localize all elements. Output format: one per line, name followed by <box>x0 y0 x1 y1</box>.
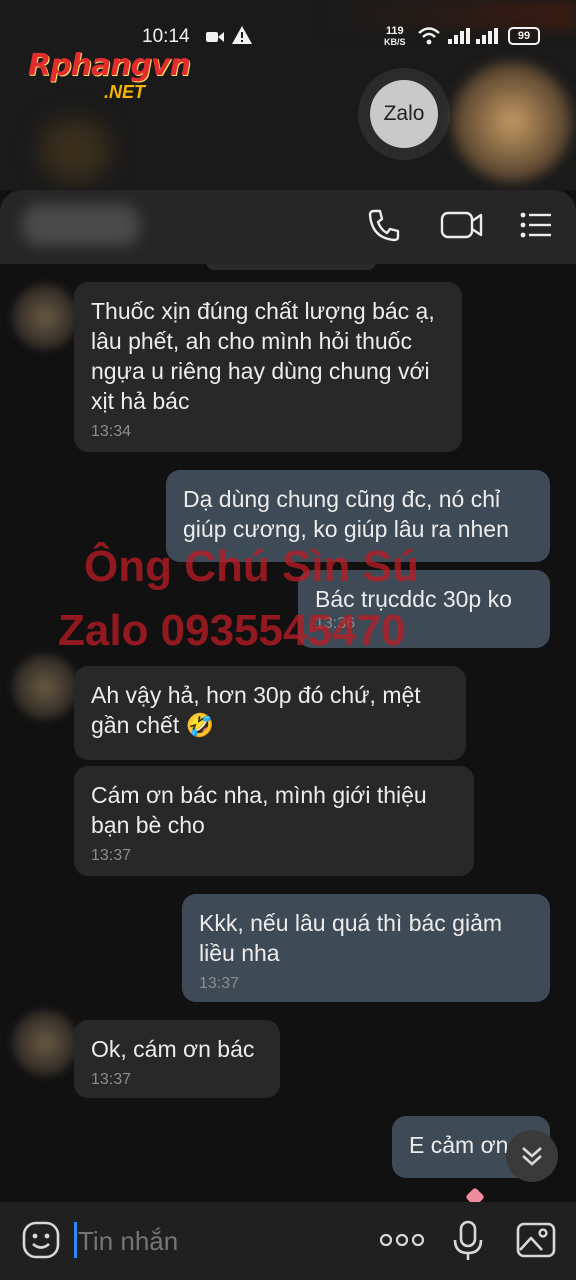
wifi-icon <box>418 27 440 51</box>
message-bubble-incoming[interactable]: Cám ơn bác nha, mình giới thiệu bạn bè c… <box>74 766 474 876</box>
network-speed-value: 119 <box>385 25 404 37</box>
message-text: Kkk, nếu lâu quá thì bác giảm liều nha <box>199 910 503 966</box>
message-text: Ah vậy hả, hơn 30p đó chứ, mệt gần chết … <box>91 682 421 738</box>
microphone-icon[interactable] <box>452 1220 484 1267</box>
logo-text: Rphangvn <box>28 48 191 83</box>
more-icon[interactable] <box>379 1232 425 1253</box>
message-text: Ok, cám ơn bác <box>91 1036 255 1062</box>
message-text: Dạ dùng chung cũng đc, nó chỉ giúp cương… <box>183 486 509 542</box>
signal-icon <box>476 28 498 50</box>
chat-messages[interactable]: Thuốc xịn đúng chất lượng bác ạ, lâu phế… <box>0 264 576 1202</box>
message-bubble-incoming[interactable]: Ah vậy hả, hơn 30p đó chứ, mệt gần chết … <box>74 666 466 760</box>
network-speed-unit: KB/S <box>384 37 406 47</box>
contact-avatar[interactable] <box>12 284 78 350</box>
image-icon[interactable] <box>516 1220 556 1265</box>
watermark-line-2: Zalo 0935545470 <box>58 606 406 655</box>
contact-avatar[interactable] <box>12 1010 78 1076</box>
message-input[interactable] <box>78 1222 368 1260</box>
double-chevron-down-icon <box>522 1147 542 1166</box>
battery-icon: 99 <box>508 27 540 45</box>
message-text: E cảm ơn <box>409 1132 509 1158</box>
contact-name-blurred[interactable] <box>22 204 140 246</box>
partial-message <box>206 264 376 270</box>
scroll-to-bottom-button[interactable] <box>506 1130 558 1182</box>
message-text: Cám ơn bác nha, mình giới thiệu bạn bè c… <box>91 782 427 838</box>
battery-level: 99 <box>517 30 531 42</box>
message-bubble-outgoing[interactable]: Kkk, nếu lâu quá thì bác giảm liều nha 1… <box>182 894 550 1002</box>
message-time: 13:37 <box>91 1071 132 1088</box>
blurred-backdrop <box>40 120 110 180</box>
zalo-badge: Zalo <box>358 68 450 160</box>
signal-icon <box>448 28 470 50</box>
text-cursor <box>74 1222 77 1258</box>
message-text: Thuốc xịn đúng chất lượng bác ạ, lâu phế… <box>91 298 435 414</box>
phone-icon[interactable] <box>366 207 406 247</box>
message-bubble-incoming[interactable]: Thuốc xịn đúng chất lượng bác ạ, lâu phế… <box>74 282 462 452</box>
watermark-line-1: Ông Chú Sìn Sú <box>84 542 419 591</box>
video-record-icon <box>206 28 224 50</box>
menu-list-icon[interactable] <box>518 207 558 247</box>
video-camera-icon[interactable] <box>440 207 484 247</box>
message-bubble-incoming[interactable]: Ok, cám ơn bác 13:37 <box>74 1020 280 1098</box>
site-logo: Rphangvn .NET <box>28 48 191 102</box>
chat-header <box>0 190 576 264</box>
logo-suffix: .NET <box>104 82 146 102</box>
message-time: 13:34 <box>91 423 132 440</box>
status-time: 10:14 <box>142 26 190 47</box>
sticker-icon[interactable] <box>22 1220 60 1265</box>
message-composer <box>0 1202 576 1280</box>
zalo-logo: Zalo <box>370 80 438 148</box>
message-time: 13:37 <box>91 847 132 864</box>
message-time: 13:37 <box>199 975 240 992</box>
network-speed: 119 KB/S <box>384 26 406 48</box>
contact-avatar[interactable] <box>12 654 78 720</box>
warning-icon <box>232 26 252 50</box>
contact-avatar-blurred <box>452 62 572 182</box>
